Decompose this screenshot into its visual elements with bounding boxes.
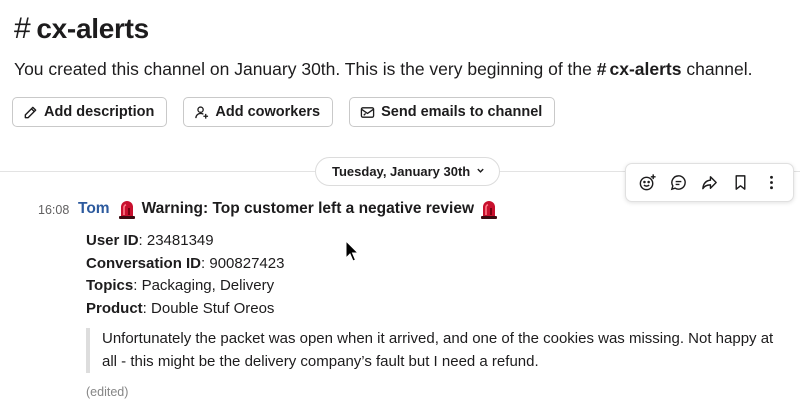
mouse-cursor-icon [345, 240, 359, 262]
date-divider-button[interactable]: Tuesday, January 30th [315, 157, 501, 186]
reply-in-thread-icon[interactable] [666, 170, 692, 196]
field-user-id: User ID: 23481349 [86, 232, 214, 249]
edited-label: (edited) [86, 385, 129, 399]
email-icon [360, 106, 375, 118]
intro-text-after: channel. [681, 59, 753, 79]
date-divider-label: Tuesday, January 30th [332, 164, 471, 179]
message-header: Tom Warning: Top customer left a negativ… [78, 198, 500, 220]
send-emails-button[interactable]: Send emails to channel [349, 97, 556, 127]
add-description-button[interactable]: Add description [12, 97, 168, 127]
message-actions-toolbar [625, 163, 794, 202]
intro-channel-link[interactable]: # cx-alerts [597, 59, 682, 79]
field-conversation-id: Conversation ID: 900827423 [86, 254, 285, 272]
channel-intro-text: You created this channel on January 30th… [14, 59, 753, 80]
intro-channel-name: cx-alerts [609, 59, 682, 79]
intro-text-before: You created this channel on January 30th… [14, 59, 597, 79]
add-coworkers-label: Add coworkers [215, 104, 321, 120]
add-user-icon [195, 105, 209, 119]
siren-icon [118, 201, 135, 219]
add-reaction-icon[interactable] [635, 170, 661, 196]
field-product: Product: Double Stuf Oreos [86, 299, 275, 317]
message-headline: Warning: Top customer left a negative re… [141, 200, 475, 217]
add-description-label: Add description [44, 104, 155, 120]
bookmark-icon[interactable] [728, 170, 754, 196]
field-topics: Topics: Packaging, Delivery [86, 277, 275, 294]
channel-actions: Add description Add coworkers Send email… [12, 97, 556, 127]
chevron-down-icon [476, 166, 485, 178]
message-author[interactable]: Tom [78, 200, 110, 218]
message-timestamp[interactable]: 16:08 [38, 203, 69, 217]
siren-icon [481, 201, 498, 219]
intro-hash-icon: # [596, 59, 607, 79]
message-fields: User ID: 23481349 Conversation ID: 90082… [86, 230, 284, 320]
channel-hash-icon: # [14, 12, 31, 45]
channel-header: # cx-alerts [14, 12, 149, 46]
more-actions-icon[interactable] [759, 170, 785, 196]
channel-name: cx-alerts [36, 13, 149, 44]
pencil-icon [24, 106, 37, 118]
forward-icon[interactable] [697, 170, 723, 196]
channel-title: # cx-alerts [14, 12, 149, 46]
review-quote: Unfortunately the packet was open when i… [86, 328, 786, 373]
add-coworkers-button[interactable]: Add coworkers [183, 97, 334, 127]
send-emails-label: Send emails to channel [381, 104, 543, 120]
